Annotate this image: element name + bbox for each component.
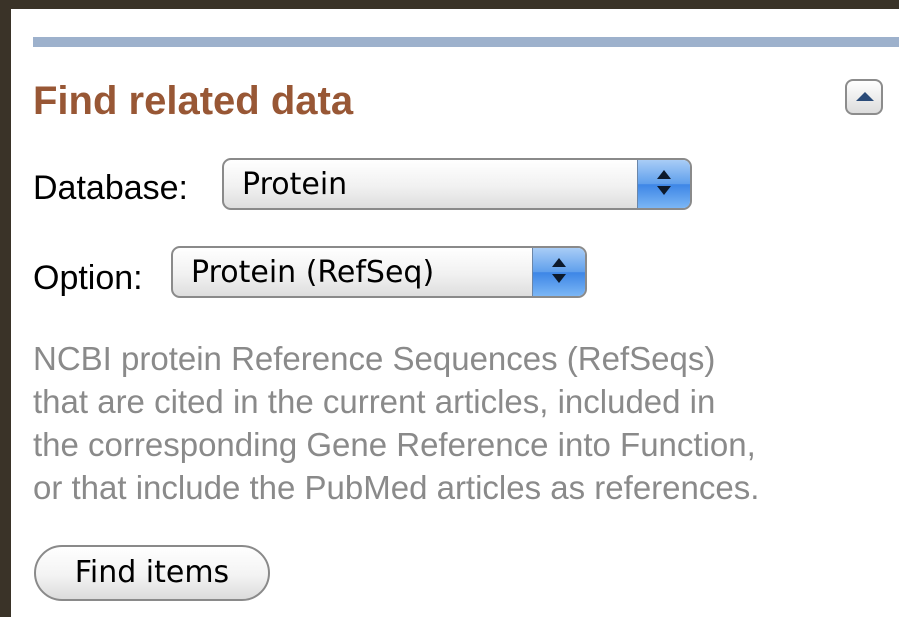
chevron-down-icon <box>657 186 671 195</box>
description-line: NCBI protein Reference Sequences (RefSeq… <box>33 340 716 377</box>
select-stepper-icon <box>637 160 690 208</box>
chevron-up-icon <box>552 258 566 267</box>
database-select[interactable]: Protein <box>222 158 692 210</box>
triangle-up-icon <box>856 92 874 101</box>
option-select[interactable]: Protein (RefSeq) <box>171 246 587 298</box>
window-frame-top <box>0 0 899 9</box>
database-select-value: Protein <box>242 167 348 202</box>
select-stepper-icon <box>532 248 585 296</box>
collapse-toggle-button[interactable] <box>845 79 883 115</box>
chevron-up-icon <box>657 170 671 179</box>
description-line: the corresponding Gene Reference into Fu… <box>33 426 756 463</box>
description-line: or that include the PubMed articles as r… <box>33 469 760 506</box>
window-frame-left <box>0 0 11 617</box>
chevron-down-icon <box>552 274 566 283</box>
panel-top-rule <box>33 37 899 47</box>
option-label: Option: <box>33 259 143 297</box>
find-items-label: Find items <box>74 555 230 590</box>
find-related-data-panel: Find related data Database: Protein Opti… <box>11 9 899 617</box>
panel-title: Find related data <box>33 79 354 123</box>
option-select-value: Protein (RefSeq) <box>191 255 435 290</box>
find-items-button[interactable]: Find items <box>34 545 270 601</box>
description-line: that are cited in the current articles, … <box>33 383 716 420</box>
option-description: NCBI protein Reference Sequences (RefSeq… <box>33 337 899 509</box>
database-label: Database: <box>33 169 188 207</box>
